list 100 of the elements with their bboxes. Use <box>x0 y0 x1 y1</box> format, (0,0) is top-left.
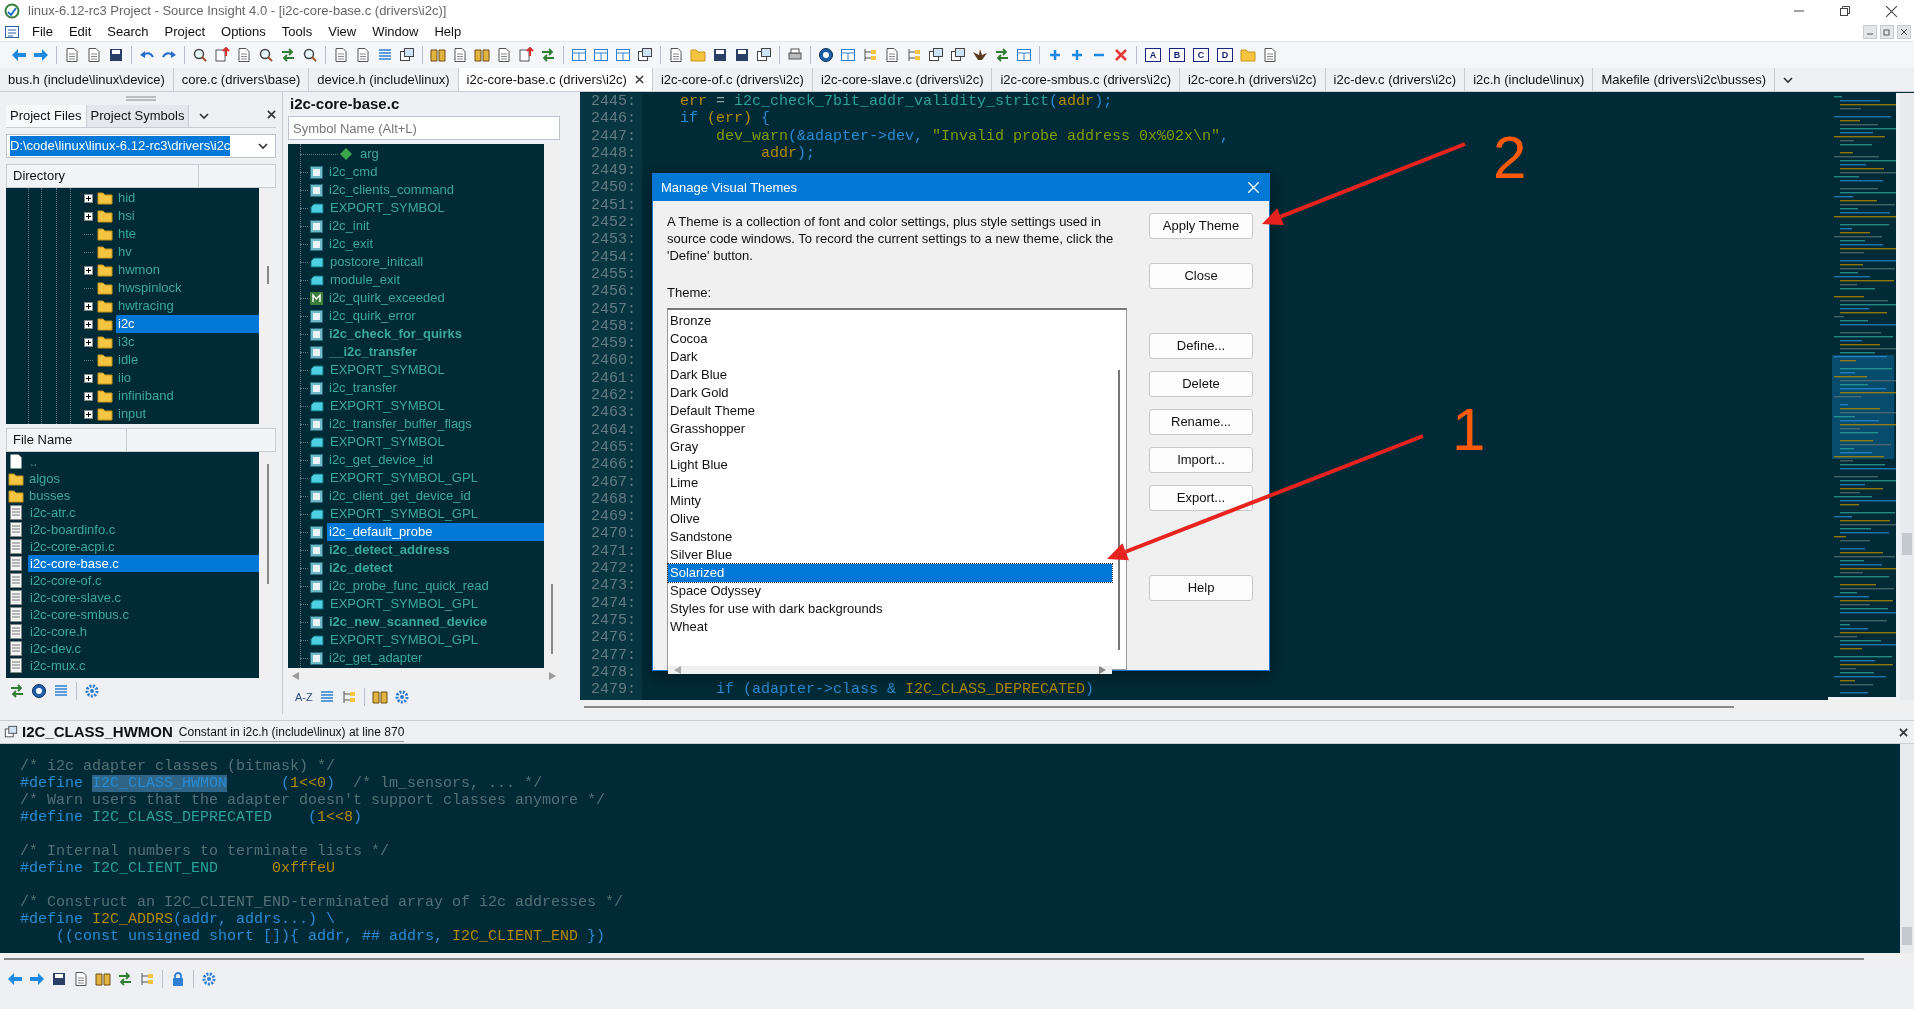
listed-entry[interactable]: i2c-atr.c <box>28 504 259 521</box>
scrollbar-thumb[interactable] <box>1902 927 1912 945</box>
symbol-item[interactable]: i2c_transfer_buffer_flags <box>327 415 544 433</box>
window-layout-icon[interactable] <box>1016 47 1032 63</box>
symbol-item[interactable]: i2c_clients_command <box>327 181 544 199</box>
windows-icon[interactable] <box>950 47 966 63</box>
symbol-item[interactable]: EXPORT_SYMBOL_GPL <box>328 505 544 523</box>
swap-icon[interactable] <box>540 47 556 63</box>
document-icon[interactable] <box>73 971 89 987</box>
list-icon[interactable] <box>318 689 335 705</box>
scrollbar-thumb[interactable] <box>1902 533 1912 555</box>
symbol-item[interactable]: i2c_check_for_quirks <box>327 325 544 343</box>
swap-icon[interactable] <box>117 971 133 987</box>
menu-item[interactable]: View <box>320 21 365 42</box>
symbol-item[interactable]: i2c_default_probe <box>327 523 544 541</box>
symbol-item[interactable]: i2c_get_device_id <box>327 451 544 469</box>
directory-item[interactable]: hwtracing <box>116 297 259 315</box>
symbol-search-field[interactable]: Symbol Name (Alt+L) <box>288 116 560 140</box>
listed-entry[interactable]: i2c-core-smbus.c <box>28 606 259 623</box>
window-layout-icon[interactable] <box>571 47 587 63</box>
symbol-item[interactable]: arg <box>358 145 544 163</box>
directory-item[interactable]: idle <box>116 351 259 369</box>
expand-icon[interactable] <box>84 409 93 419</box>
dialog-button[interactable]: Export... <box>1149 484 1253 511</box>
close-icon[interactable] <box>634 75 644 84</box>
symbol-item[interactable]: __i2c_transfer <box>327 343 544 361</box>
settings-icon[interactable] <box>393 689 410 705</box>
listed-entry[interactable]: busses <box>27 487 259 504</box>
scroll-right-icon[interactable] <box>549 672 556 680</box>
directory-item[interactable]: input <box>116 405 259 423</box>
menu-item[interactable]: Tools <box>273 21 321 42</box>
menu-item[interactable]: File <box>24 21 61 42</box>
mdi-close-button[interactable] <box>1897 24 1911 39</box>
bookmark-button[interactable]: C <box>1193 48 1209 62</box>
expand-icon[interactable] <box>84 337 93 347</box>
sort-az-button[interactable]: A-Z <box>292 688 316 706</box>
tab-list-chevron-icon[interactable] <box>1783 74 1794 85</box>
directory-item[interactable]: hwmon <box>116 261 259 279</box>
menu-grid-icon[interactable] <box>4 23 20 40</box>
listed-entry[interactable]: .. <box>28 453 259 470</box>
document-icon[interactable] <box>452 47 468 63</box>
dialog-button[interactable]: Apply Theme <box>1149 212 1253 239</box>
scrollbar-thumb[interactable] <box>266 266 269 284</box>
theme-item[interactable]: Cocoa <box>668 330 1112 348</box>
windows-icon[interactable] <box>637 47 653 63</box>
path-dropdown[interactable]: D:\code\linux\linux-6.12-rc3\drivers\i2c <box>6 134 276 158</box>
document-arrow-icon[interactable] <box>518 47 534 63</box>
theme-item[interactable]: Bronze <box>668 312 1112 330</box>
scrollbar-thumb[interactable] <box>266 464 269 584</box>
listed-entry[interactable]: i2c-core-acpi.c <box>28 538 259 555</box>
swap-icon[interactable] <box>9 683 25 699</box>
theme-item[interactable]: Dark <box>668 348 1112 366</box>
bookmark-button[interactable]: B <box>1169 48 1185 62</box>
listed-entry[interactable]: i2c-boardinfo.c <box>28 521 259 538</box>
symbol-item[interactable]: EXPORT_SYMBOL_GPL <box>328 595 544 613</box>
windows-icon[interactable] <box>4 725 18 739</box>
listed-entry[interactable]: i2c-core-base.c <box>28 555 259 572</box>
minimap-drawing[interactable] <box>1828 93 1896 697</box>
windows-icon[interactable] <box>928 47 944 63</box>
plus-icon[interactable] <box>1047 47 1063 63</box>
file-tab[interactable]: i2c-core-base.c (drivers\i2c) <box>458 68 653 91</box>
scrollbar-thumb[interactable] <box>1118 370 1120 650</box>
theme-item[interactable]: Olive <box>668 510 1112 528</box>
directory-item[interactable]: hid <box>116 189 259 207</box>
expand-icon[interactable] <box>84 319 93 329</box>
document-icon[interactable] <box>1262 47 1278 63</box>
expand-icon[interactable] <box>84 391 93 401</box>
horizontal-scrollbar[interactable] <box>668 666 1112 674</box>
symbol-item[interactable]: i2c_get_adapter <box>327 649 544 667</box>
symbol-item[interactable]: EXPORT_SYMBOL <box>328 199 544 217</box>
symbol-item[interactable]: i2c_transfer <box>327 379 544 397</box>
symbol-item[interactable]: postcore_initcall <box>328 253 544 271</box>
symbol-location[interactable]: Constant in i2c.h (include\linux) at line 870 <box>178 722 405 742</box>
symbol-item[interactable]: module_exit <box>328 271 544 289</box>
scroll-left-icon[interactable] <box>292 672 299 680</box>
dialog-button[interactable]: Import... <box>1149 446 1253 473</box>
swap-icon[interactable] <box>994 47 1010 63</box>
theme-item[interactable]: Wheat <box>668 618 1112 636</box>
drag-handle-icon[interactable] <box>126 95 156 101</box>
window-layout-icon[interactable] <box>840 47 856 63</box>
document-arrow-icon[interactable] <box>214 47 230 63</box>
symbol-item[interactable]: i2c_quirk_error <box>327 307 544 325</box>
menu-item[interactable]: Options <box>213 21 274 42</box>
menu-item[interactable]: Window <box>364 21 427 42</box>
document-icon[interactable] <box>64 47 80 63</box>
plus-icon[interactable] <box>1069 47 1085 63</box>
listed-entry[interactable]: i2c-mux.c <box>28 657 259 674</box>
swap-icon[interactable] <box>280 47 296 63</box>
scrollbar-thumb[interactable] <box>551 584 553 654</box>
theme-item[interactable]: Dark Gold <box>668 384 1112 402</box>
dialog-button[interactable]: Rename... <box>1149 408 1253 435</box>
panel-tab[interactable]: Project Files <box>6 105 87 127</box>
back-arrow-icon[interactable] <box>7 971 23 987</box>
expand-icon[interactable] <box>84 301 93 311</box>
directory-item[interactable]: iio <box>116 369 259 387</box>
symbol-item[interactable]: EXPORT_SYMBOL_GPL <box>328 469 544 487</box>
symbol-item[interactable]: i2c_quirk_exceeded <box>327 289 544 307</box>
theme-item[interactable]: Solarized <box>668 564 1112 582</box>
directory-item[interactable]: infiniband <box>116 387 259 405</box>
lock-icon[interactable] <box>170 971 186 987</box>
